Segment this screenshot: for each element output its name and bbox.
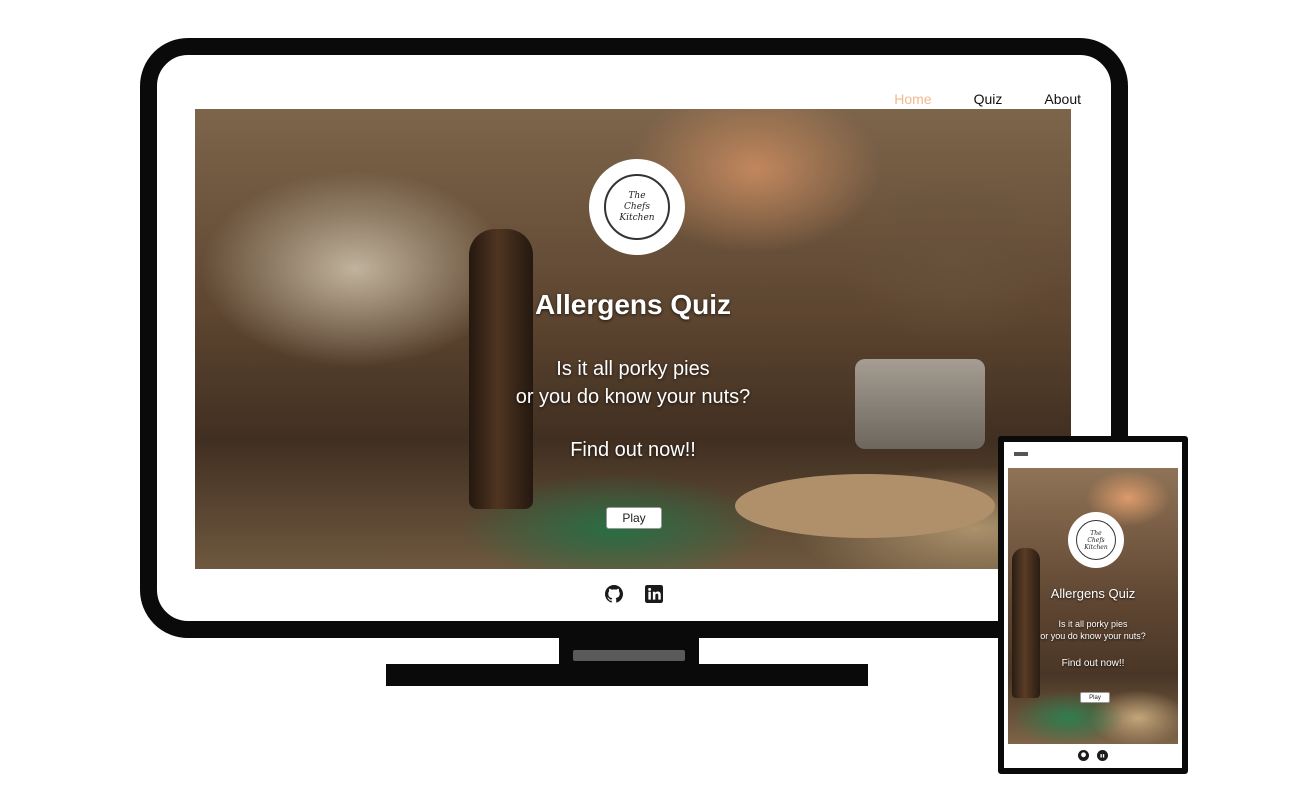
hero-section: The Chefs Kitchen Allergens Quiz Is it a… bbox=[195, 109, 1071, 569]
mobile-hero-section: The Chefs Kitchen Allergens Quiz Is it a… bbox=[1008, 468, 1178, 744]
hamburger-menu-icon[interactable] bbox=[1014, 452, 1028, 456]
site-logo: The Chefs Kitchen bbox=[589, 159, 685, 255]
mobile-footer-social-links bbox=[1004, 750, 1182, 761]
mobile-site-logo: The Chefs Kitchen bbox=[1068, 512, 1124, 568]
hero-subtitle-line-2: or you do know your nuts? bbox=[515, 386, 751, 408]
desktop-monitor: Home Quiz About The Chefs Kitchen Allerg… bbox=[140, 38, 1128, 638]
mobile-hero-cta-text: Find out now!! bbox=[1061, 658, 1125, 669]
monitor-stand-slot bbox=[573, 650, 685, 661]
hero-cta-text: Find out now!! bbox=[570, 439, 696, 461]
mobile-hero-subtitle-line-2: or you do know your nuts? bbox=[1040, 631, 1146, 641]
mobile-hero-subtitle: Is it all porky pies or you do know your… bbox=[1008, 618, 1178, 642]
hero-subtitle: Is it all porky pies or you do know your… bbox=[195, 355, 1071, 411]
mobile-hero-subtitle-line-1: Is it all porky pies bbox=[1058, 619, 1128, 629]
nav-about-link[interactable]: About bbox=[1044, 91, 1081, 107]
nav-quiz-link[interactable]: Quiz bbox=[974, 91, 1003, 107]
monitor-stand-base bbox=[386, 664, 868, 686]
mobile-play-button[interactable]: Play bbox=[1080, 692, 1110, 703]
mobile-device: The Chefs Kitchen Allergens Quiz Is it a… bbox=[998, 436, 1188, 774]
mobile-page-title: Allergens Quiz bbox=[1050, 586, 1136, 601]
linkedin-icon[interactable] bbox=[645, 585, 663, 603]
github-icon[interactable] bbox=[605, 585, 623, 603]
footer-social-links bbox=[157, 585, 1111, 603]
mobile-logo-text: The Chefs Kitchen bbox=[1076, 520, 1116, 560]
logo-text: The Chefs Kitchen bbox=[604, 174, 670, 240]
page-title: Allergens Quiz bbox=[534, 289, 732, 320]
hero-subtitle-line-1: Is it all porky pies bbox=[556, 358, 710, 380]
github-icon[interactable] bbox=[1078, 750, 1089, 761]
play-button[interactable]: Play bbox=[606, 507, 662, 529]
linkedin-icon[interactable] bbox=[1097, 750, 1108, 761]
navbar: Home Quiz About bbox=[894, 91, 1081, 107]
nav-home-link[interactable]: Home bbox=[894, 91, 931, 107]
